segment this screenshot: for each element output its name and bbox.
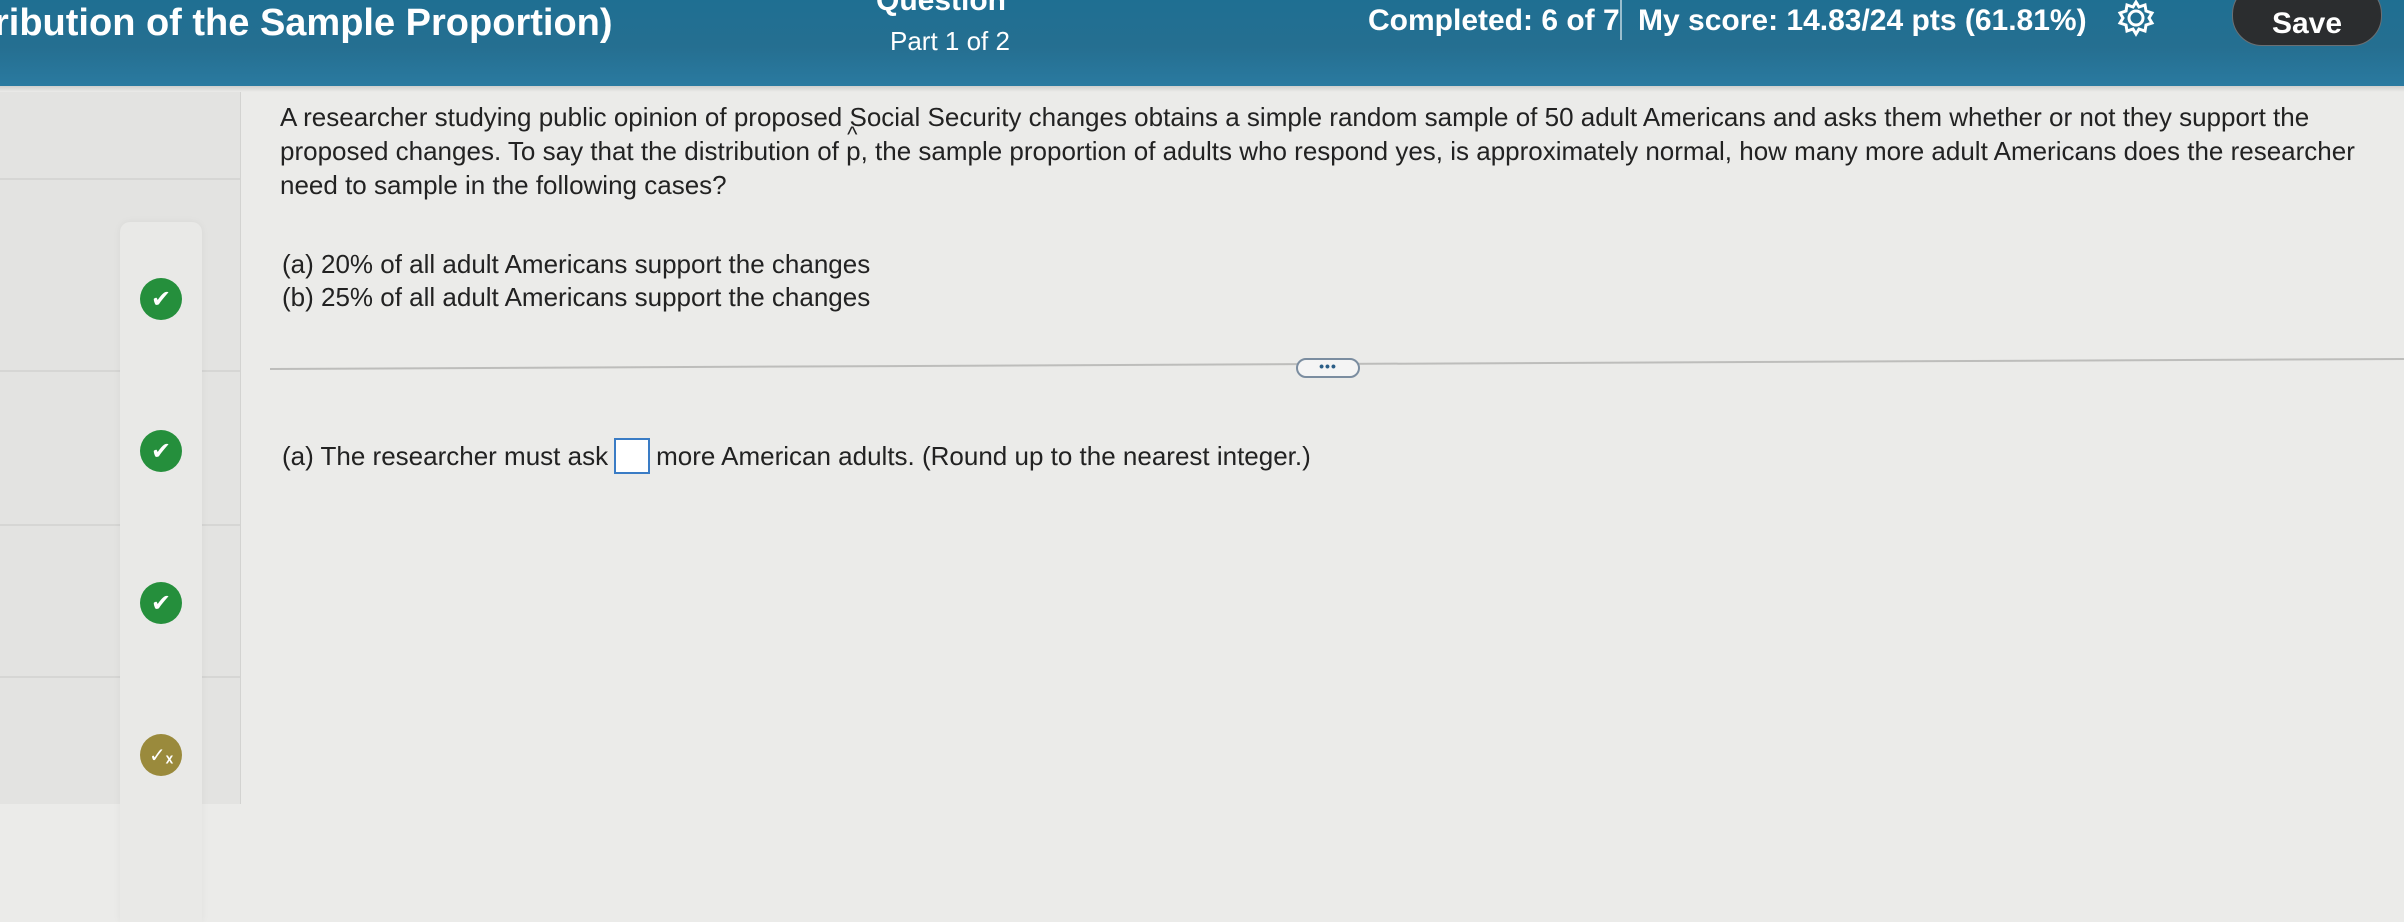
case-item-b: (b) 25% of all adult Americans support t… xyxy=(282,282,871,312)
question-sidebar: ✔ ✔ ✔ ✓ₓ xyxy=(0,92,241,922)
p-hat-symbol: ^ p xyxy=(846,122,860,168)
hat-symbol: ^ xyxy=(847,122,858,147)
save-button[interactable]: Save xyxy=(2232,0,2382,46)
score-display: My score: 14.83/24 pts (61.81%) xyxy=(1638,4,2087,37)
checkmark-icon[interactable]: ✔ xyxy=(140,582,182,624)
checkmark-icon[interactable]: ✔ xyxy=(140,278,182,320)
completed-status: Completed: 6 of 7 xyxy=(1368,4,1620,37)
assignment-title: ribution of the Sample Proportion) xyxy=(0,2,613,44)
gear-icon[interactable] xyxy=(2116,0,2156,38)
answer-line: (a) The researcher must ask more America… xyxy=(282,438,1311,474)
answer-suffix: more American adults. (Round up to the n… xyxy=(656,440,1311,471)
answer-prefix: (a) The researcher must ask xyxy=(282,440,609,471)
sidebar-divider xyxy=(0,178,240,180)
question-text: A researcher studying public opinion of … xyxy=(280,100,2380,202)
header-bar: ribution of the Sample Proportion) Quest… xyxy=(0,0,2404,86)
case-item-a: (a) 20% of all adult Americans support t… xyxy=(282,249,871,279)
question-panel: A researcher studying public opinion of … xyxy=(240,92,2404,804)
expand-button[interactable]: ••• xyxy=(1296,358,1360,378)
question-part: Part 1 of 2 xyxy=(890,26,1010,56)
header-divider xyxy=(1620,0,1622,40)
checkmark-icon[interactable]: ✔ xyxy=(140,430,182,472)
partial-credit-icon[interactable]: ✓ₓ xyxy=(140,734,182,776)
question-label: Question xyxy=(876,0,1007,17)
answer-input[interactable] xyxy=(614,438,651,474)
sidebar-status-column xyxy=(120,222,202,922)
case-list: (a) 20% of all adult Americans support t… xyxy=(282,248,870,314)
